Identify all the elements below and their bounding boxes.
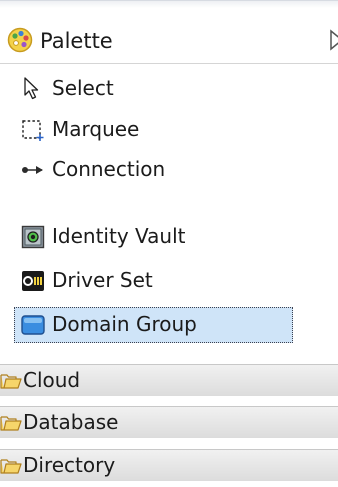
tool-select[interactable]: Select — [0, 70, 338, 108]
folder-icon — [0, 416, 22, 431]
palette-header[interactable]: Palette — [0, 18, 338, 64]
tool-label: Identity Vault — [52, 224, 186, 248]
palette-icon — [7, 27, 33, 53]
palette-panel: Palette Select Marquee Connection Identi… — [0, 0, 338, 487]
palette-title: Palette — [40, 29, 113, 53]
marquee-icon — [22, 120, 44, 141]
drawer-label: Directory — [23, 453, 116, 477]
domain-group-icon — [21, 315, 45, 335]
connection-icon — [22, 166, 43, 174]
tool-label: Marquee — [52, 117, 140, 141]
tool-label: Domain Group — [52, 312, 197, 336]
folder-icon — [0, 459, 22, 474]
drawer-cloud[interactable]: Cloud — [0, 364, 338, 396]
tool-identity-vault[interactable]: Identity Vault — [0, 218, 338, 256]
drawer-label: Cloud — [23, 368, 81, 392]
drawer-label: Database — [23, 410, 119, 434]
triangle-right-icon[interactable] — [330, 29, 338, 51]
identity-vault-icon — [21, 225, 45, 249]
drawer-directory[interactable]: Directory — [0, 449, 338, 481]
tool-label: Driver Set — [52, 268, 153, 292]
tool-marquee[interactable]: Marquee — [0, 111, 338, 149]
pointer-arrow-icon — [24, 77, 39, 100]
drawer-database[interactable]: Database — [0, 406, 338, 438]
tool-domain-group[interactable]: Domain Group — [0, 306, 338, 344]
tool-connection[interactable]: Connection — [0, 151, 338, 189]
tool-driver-set[interactable]: Driver Set — [0, 262, 338, 300]
panel-top-border — [0, 0, 338, 8]
tool-label: Select — [52, 76, 114, 100]
folder-icon — [0, 374, 22, 389]
driver-set-icon — [22, 271, 44, 291]
tool-label: Connection — [52, 157, 166, 181]
